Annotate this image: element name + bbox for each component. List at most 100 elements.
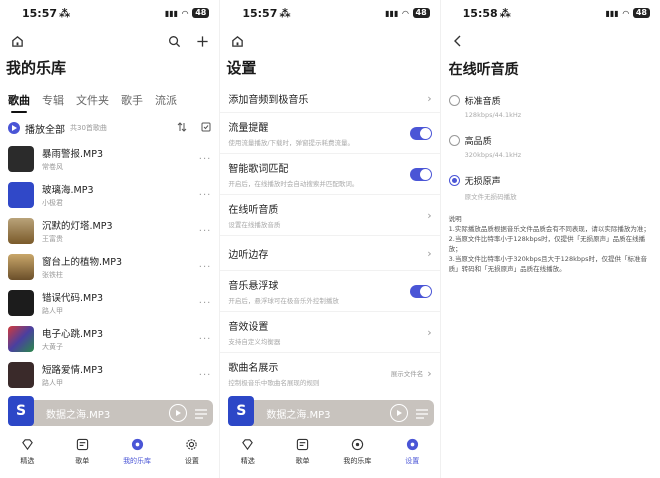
page-title: 在线听音质 xyxy=(448,62,519,78)
battery-icon: 48 xyxy=(192,8,210,18)
tab-settings-label: 设置 xyxy=(405,457,420,465)
setting-desc: 设置在线播放音质 xyxy=(228,221,281,229)
play-all-row: 播放全部 共30首歌曲 xyxy=(0,118,219,138)
library-tabs: 歌曲 专辑 文件夹 歌手 流派 xyxy=(0,88,219,113)
mini-player[interactable]: S 数据之海.MP3 xyxy=(228,396,434,426)
tab-settings[interactable]: 设置 xyxy=(385,432,440,472)
tab-featured[interactable]: 精选 xyxy=(0,432,55,472)
setting-song-name-display[interactable]: 歌曲名展示 控制极音乐中歌曲名展现的规则 展示文件名 › xyxy=(220,353,439,393)
quality-option-high[interactable]: 高品质 320kbps/44.1kHz xyxy=(441,134,660,164)
tab-featured[interactable]: 精选 xyxy=(220,432,275,472)
song-artist: 路人甲 xyxy=(42,379,63,387)
song-title: 错误代码.MP3 xyxy=(42,293,103,304)
radio-high[interactable] xyxy=(448,135,460,146)
list-item[interactable]: 沉默的灯塔.MP3 王富贵 ··· xyxy=(0,213,219,249)
setting-floating-ball: 音乐悬浮球 开启后，悬浮球可在极音乐外控制播放 xyxy=(220,271,440,312)
mini-player-cover: S xyxy=(228,396,255,426)
play-icon[interactable] xyxy=(169,404,188,422)
more-icon[interactable]: ··· xyxy=(199,298,212,309)
radio-lossless[interactable] xyxy=(448,175,460,186)
library-navbar xyxy=(0,26,219,56)
library-screen: 15:57 ⁂ ▮▮▮ ◠ 48 我的乐库 歌曲 专辑 文件夹 歌手 流派 播放… xyxy=(0,0,220,478)
option-desc: 原文件无损码播放 xyxy=(464,193,517,201)
data-alert-toggle[interactable] xyxy=(409,126,432,140)
list-item[interactable]: 玻璃海.MP3 小极君 ··· xyxy=(0,177,219,213)
home-icon[interactable] xyxy=(8,32,26,50)
tab-settings[interactable]: 设置 xyxy=(164,432,219,472)
playlist-icon[interactable] xyxy=(195,404,208,423)
song-artist: 大黄子 xyxy=(42,343,63,351)
tab-albums[interactable]: 专辑 xyxy=(42,92,64,108)
more-icon[interactable]: ··· xyxy=(199,370,212,381)
notes-section: 说明 1.实际播放品质根据音乐文件品质会有不同表现，请以实际播放为准； 2.当原… xyxy=(441,214,660,274)
setting-title: 音效设置 xyxy=(228,322,269,333)
list-item[interactable]: 短路爱情.MP3 路人甲 ··· xyxy=(0,357,219,393)
song-count: 共30首歌曲 xyxy=(70,124,107,132)
music-disc-icon xyxy=(131,438,144,453)
sort-icon[interactable] xyxy=(177,121,187,135)
smart-lyrics-toggle[interactable] xyxy=(409,167,432,181)
quality-screen: 15:58 ⁂ ▮▮▮ ◠ 48 在线听音质 标准音质 128kbps/44.1kH… xyxy=(439,0,660,478)
tab-playlists[interactable]: 歌单 xyxy=(55,432,110,472)
list-item[interactable]: 窗台上的植物.MP3 张铁柱 ··· xyxy=(0,249,219,285)
list-item[interactable]: 暴雨警报.MP3 常卷风 ··· xyxy=(0,141,219,177)
more-icon[interactable]: ··· xyxy=(199,262,212,273)
floating-ball-toggle[interactable] xyxy=(409,284,432,298)
tab-my-library[interactable]: 我的乐库 xyxy=(330,432,385,472)
tab-artists[interactable]: 歌手 xyxy=(121,92,143,108)
signal-icon: ▮▮▮ xyxy=(385,8,399,18)
playlist-tab-icon xyxy=(76,438,89,453)
tab-folders[interactable]: 文件夹 xyxy=(76,92,109,108)
setting-sound-effects[interactable]: 音效设置 支持自定义均衡器 › xyxy=(220,312,440,353)
notes-title: 说明 xyxy=(448,215,462,223)
signal-icon: ▮▮▮ xyxy=(605,8,619,18)
chevron-right-icon: › xyxy=(427,91,432,105)
more-icon[interactable]: ··· xyxy=(199,334,212,345)
setting-add-audio[interactable]: 添加音频到极音乐 › xyxy=(220,84,440,113)
quality-navbar xyxy=(441,26,660,56)
play-all-icon[interactable] xyxy=(8,122,20,134)
back-icon[interactable] xyxy=(449,32,467,50)
tab-featured-label: 精选 xyxy=(20,457,35,465)
setting-value: 展示文件名 xyxy=(390,370,424,378)
mini-player[interactable]: S 数据之海.MP3 xyxy=(8,396,214,426)
quality-option-standard[interactable]: 标准音质 128kbps/44.1kHz xyxy=(441,94,660,124)
list-item[interactable]: 电子心跳.MP3 大黄子 ··· xyxy=(0,321,219,357)
setting-desc: 支持自定义均衡器 xyxy=(228,338,281,346)
tab-songs[interactable]: 歌曲 xyxy=(8,92,30,113)
now-playing-title: 数据之海.MP3 xyxy=(266,409,331,421)
multi-select-icon[interactable] xyxy=(201,122,211,135)
playlist-icon[interactable] xyxy=(415,404,428,423)
status-bar: 15:57 ⁂ ▮▮▮ ◠ 48 xyxy=(0,0,219,26)
wifi-icon: ◠ xyxy=(402,8,409,18)
play-icon[interactable] xyxy=(389,404,408,422)
tab-playlists[interactable]: 歌单 xyxy=(275,432,330,472)
more-icon[interactable]: ··· xyxy=(199,154,212,165)
chevron-right-icon: › xyxy=(427,366,432,380)
song-title: 玻璃海.MP3 xyxy=(42,185,94,196)
more-icon[interactable]: ··· xyxy=(199,190,212,201)
page-title: 设置 xyxy=(226,59,257,77)
tab-genres[interactable]: 流派 xyxy=(155,92,177,108)
song-title: 窗台上的植物.MP3 xyxy=(42,257,122,268)
add-icon[interactable] xyxy=(193,32,211,50)
playlist-tab-icon xyxy=(296,438,309,453)
quality-option-lossless[interactable]: 无损原声 原文件无损码播放 xyxy=(441,174,660,204)
setting-cache-while-play[interactable]: 边听边存 › xyxy=(220,236,440,271)
note-item: 3.当原文件比特率小于320kbps且大于128kbps时，仅提供「标准音质」转… xyxy=(448,255,647,273)
setting-online-quality[interactable]: 在线听音质 设置在线播放音质 › xyxy=(220,195,440,236)
play-all-button[interactable]: 播放全部 xyxy=(25,121,65,136)
setting-title: 边听边存 xyxy=(228,249,269,261)
song-title: 短路爱情.MP3 xyxy=(42,365,103,376)
search-icon[interactable] xyxy=(165,32,183,50)
list-item[interactable]: 错误代码.MP3 路人甲 ··· xyxy=(0,285,219,321)
diamond-icon xyxy=(21,438,34,453)
more-icon[interactable]: ··· xyxy=(199,226,212,237)
note-item: 2.当原文件比特率小于128kbps时，仅提供「无损原声」品质在线播放； xyxy=(448,235,646,253)
tab-my-library[interactable]: 我的乐库 xyxy=(110,432,165,472)
home-icon[interactable] xyxy=(228,32,246,50)
radio-standard[interactable] xyxy=(448,95,460,106)
tab-my-library-label: 我的乐库 xyxy=(123,457,152,465)
chevron-right-icon: › xyxy=(427,208,432,222)
page-title: 我的乐库 xyxy=(6,59,67,77)
